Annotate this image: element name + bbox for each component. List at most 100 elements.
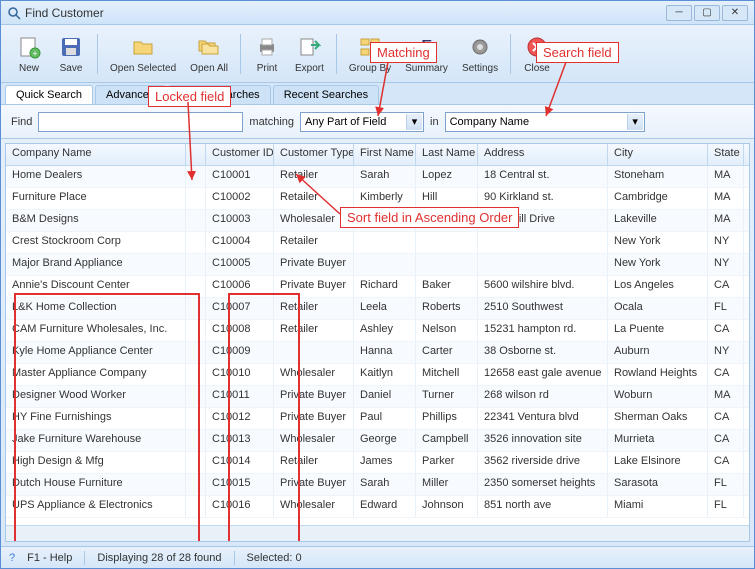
table-row[interactable]: L&K Home CollectionC10007RetailerLeelaRo…: [6, 298, 749, 320]
print-button[interactable]: Print: [247, 31, 287, 76]
table-row[interactable]: B&M DesignsC10003WholesalerDeborahScott2…: [6, 210, 749, 232]
separator: [234, 551, 235, 565]
table-row[interactable]: CAM Furniture Wholesales, Inc.C10008Reta…: [6, 320, 749, 342]
cell: [186, 232, 206, 253]
cell: George: [354, 430, 416, 451]
table-row[interactable]: Designer Wood WorkerC10011Private BuyerD…: [6, 386, 749, 408]
minimize-button[interactable]: ─: [666, 5, 692, 21]
cell: 2350 somerset heights: [478, 474, 608, 495]
cell: MA: [708, 166, 744, 187]
cell: New York: [608, 232, 708, 253]
cell: Phillips: [416, 408, 478, 429]
table-row[interactable]: UPS Appliance & ElectronicsC10016Wholesa…: [6, 496, 749, 518]
folder-all-icon: [195, 33, 223, 61]
close-button[interactable]: Close: [517, 31, 557, 76]
cell: La Puente: [608, 320, 708, 341]
cell: [186, 408, 206, 429]
cell: [186, 496, 206, 517]
cell: Rowland Heights: [608, 364, 708, 385]
cell: Furniture Place: [6, 188, 186, 209]
col-customer-type[interactable]: Customer Type: [274, 144, 354, 165]
cell: (895: [744, 320, 749, 341]
cell: (781: [744, 166, 749, 187]
maximize-button[interactable]: ▢: [694, 5, 720, 21]
cell: Lopez: [416, 166, 478, 187]
open-all-button[interactable]: Open All: [184, 31, 234, 76]
toolbar-separator: [510, 34, 511, 74]
cell: Designer Wood Worker: [6, 386, 186, 407]
table-row[interactable]: Crest Stockroom CorpC10004RetailerNew Yo…: [6, 232, 749, 254]
table-row[interactable]: High Design & MfgC10014RetailerJamesPark…: [6, 452, 749, 474]
cell: NY: [708, 254, 744, 275]
cell: Parker: [416, 452, 478, 473]
open-selected-button[interactable]: Open Selected: [104, 31, 182, 76]
cell: Deborah: [354, 210, 416, 231]
save-button[interactable]: Save: [51, 31, 91, 76]
tab-saved-searches[interactable]: Saved Searches: [168, 85, 271, 104]
export-button[interactable]: Export: [289, 31, 330, 76]
cell: Ocala: [608, 298, 708, 319]
cell: C10003: [206, 210, 274, 231]
cell: Daniel: [354, 386, 416, 407]
cell: Murrieta: [608, 430, 708, 451]
cell: Nelson: [416, 320, 478, 341]
cell: [186, 386, 206, 407]
close-window-button[interactable]: ✕: [722, 5, 748, 21]
cell: Jake Furniture Warehouse: [6, 430, 186, 451]
table-row[interactable]: Dutch House FurnitureC10015Private Buyer…: [6, 474, 749, 496]
cell: Sarah: [354, 474, 416, 495]
tab-recent-searches[interactable]: Recent Searches: [273, 85, 379, 104]
grid-body[interactable]: Home DealersC10001RetailerSarahLopez18 C…: [6, 166, 749, 525]
matching-combo[interactable]: Any Part of Field ▾: [300, 112, 424, 132]
save-icon: [57, 33, 85, 61]
cell: 851 north ave: [478, 496, 608, 517]
grid-header: Company Name Customer ID Customer Type F…: [6, 144, 749, 166]
cell: Major Brand Appliance: [6, 254, 186, 275]
cell: [186, 166, 206, 187]
group-by-button[interactable]: Group By: [343, 31, 397, 76]
table-row[interactable]: Major Brand ApplianceC10005Private Buyer…: [6, 254, 749, 276]
separator: [84, 551, 85, 565]
horizontal-scrollbar[interactable]: [6, 525, 749, 541]
summary-button[interactable]: ΣSummary: [399, 31, 454, 76]
table-row[interactable]: Annie's Discount CenterC10006Private Buy…: [6, 276, 749, 298]
find-input[interactable]: [38, 112, 243, 132]
col-lock[interactable]: [186, 144, 206, 165]
settings-button[interactable]: Settings: [456, 31, 504, 76]
cell: C10014: [206, 452, 274, 473]
tab-quick-search[interactable]: Quick Search: [5, 85, 93, 104]
search-field-combo[interactable]: Company Name ▾: [445, 112, 645, 132]
cell: Turner: [416, 386, 478, 407]
table-row[interactable]: Kyle Home Appliance CenterC10009HannaCar…: [6, 342, 749, 364]
cell: C10001: [206, 166, 274, 187]
cell: Master Appliance Company: [6, 364, 186, 385]
col-company[interactable]: Company Name: [6, 144, 186, 165]
col-city[interactable]: City: [608, 144, 708, 165]
cell: FL: [708, 474, 744, 495]
col-first-name[interactable]: First Name: [354, 144, 416, 165]
cell: Private Buyer: [274, 408, 354, 429]
col-phone[interactable]: Phone: [744, 144, 750, 165]
cell: Woburn: [608, 386, 708, 407]
col-customer-id[interactable]: Customer ID: [206, 144, 274, 165]
table-row[interactable]: HY Fine FurnishingsC10012Private BuyerPa…: [6, 408, 749, 430]
table-row[interactable]: Jake Furniture WarehouseC10013Wholesaler…: [6, 430, 749, 452]
table-row[interactable]: Furniture PlaceC10002RetailerKimberlyHil…: [6, 188, 749, 210]
col-address[interactable]: Address: [478, 144, 608, 165]
cell: 12658 east gale avenue: [478, 364, 608, 385]
cell: (588: [744, 408, 749, 429]
cell: Lakeville: [608, 210, 708, 231]
cell: Mitchell: [416, 364, 478, 385]
search-field-value: Company Name: [450, 116, 529, 128]
col-state[interactable]: State: [708, 144, 744, 165]
cell: Retailer: [274, 166, 354, 187]
cell: Retailer: [274, 298, 354, 319]
new-button[interactable]: +New: [9, 31, 49, 76]
table-row[interactable]: Home DealersC10001RetailerSarahLopez18 C…: [6, 166, 749, 188]
cell: Carter: [416, 342, 478, 363]
col-last-name[interactable]: Last Name: [416, 144, 478, 165]
table-row[interactable]: Master Appliance CompanyC10010Wholesaler…: [6, 364, 749, 386]
cell: Retailer: [274, 232, 354, 253]
tab-advanced[interactable]: Advanced: [95, 85, 166, 104]
cell: [186, 364, 206, 385]
